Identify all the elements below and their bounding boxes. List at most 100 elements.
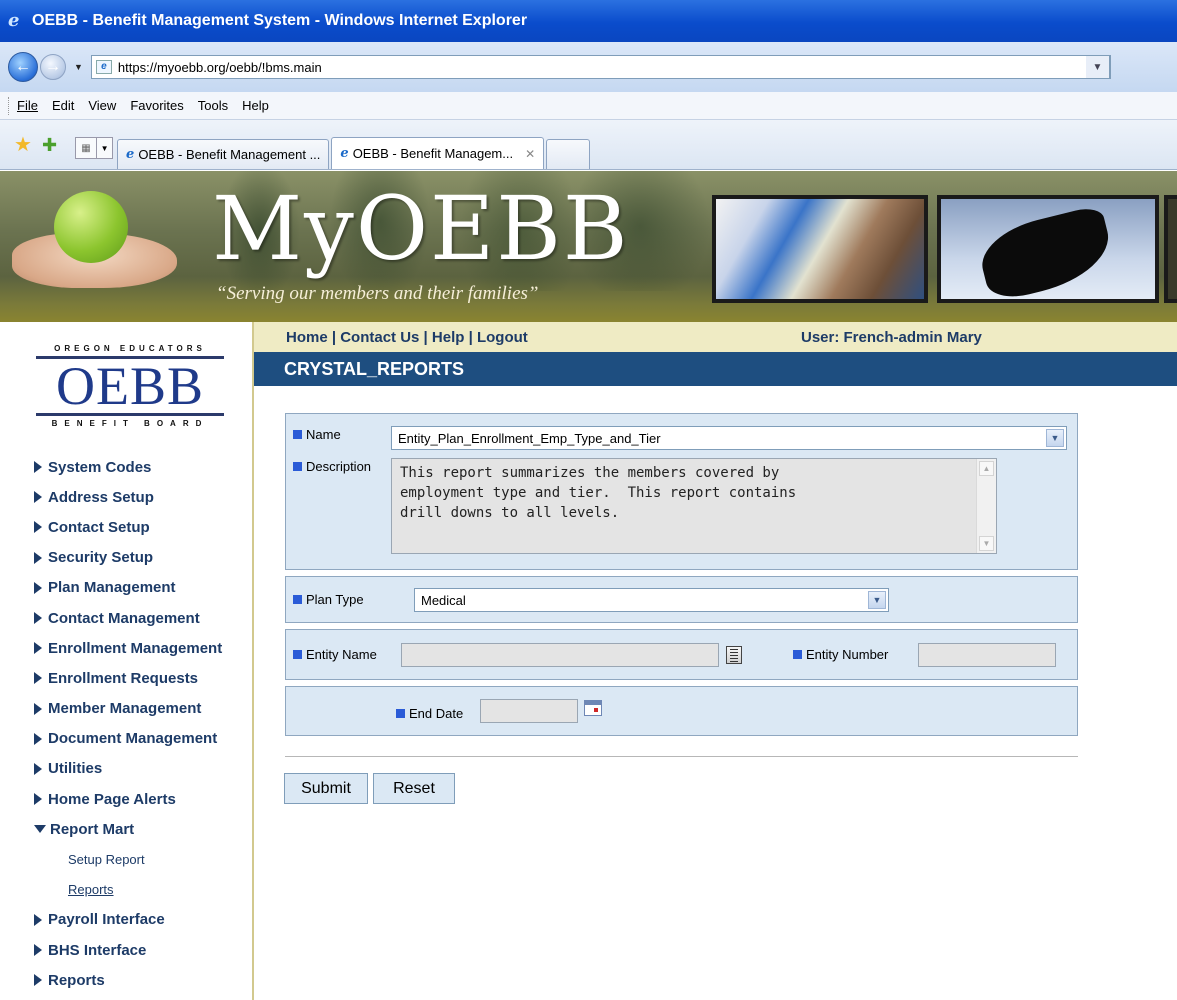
sidebar-item-address-setup[interactable]: Address Setup <box>34 482 250 512</box>
sidebar-item-home-page-alerts[interactable]: Home Page Alerts <box>34 784 250 814</box>
collapse-arrow-icon <box>34 825 46 834</box>
logo-top-text: OREGON EDUCATORS <box>54 344 206 353</box>
menu-edit[interactable]: Edit <box>52 98 74 113</box>
forward-button[interactable]: → <box>40 54 66 80</box>
sidebar-item-plan-management[interactable]: Plan Management <box>34 573 250 603</box>
ie-icon: e <box>8 10 20 31</box>
lookup-list-icon[interactable] <box>726 646 742 664</box>
favorites-star-icon[interactable]: ★ <box>14 135 32 155</box>
plan-type-select[interactable]: Medical ▼ <box>414 588 889 612</box>
plan-type-value: Medical <box>421 592 466 608</box>
menu-file[interactable]: File <box>17 98 38 113</box>
sidebar-subitem-reports[interactable]: Reports <box>34 875 250 905</box>
sidebar-subitem-setup-report[interactable]: Setup Report <box>34 844 250 874</box>
site-banner: MyOEBB “Serving our members and their fa… <box>0 171 1177 322</box>
entity-number-input[interactable] <box>918 643 1056 667</box>
sidebar-item-system-codes[interactable]: System Codes <box>34 452 250 482</box>
top-nav-links[interactable]: Home | Contact Us | Help | Logout <box>286 329 528 346</box>
end-date-input[interactable] <box>480 699 578 723</box>
tab-bar: ★ ✚ ▦ ▼ e OEBB - Benefit Management ... … <box>0 120 1177 170</box>
window-title: OEBB - Benefit Management System - Windo… <box>32 12 528 29</box>
sidebar-item-utilities[interactable]: Utilities <box>34 754 250 784</box>
ie-tab-icon: e <box>126 147 135 162</box>
reset-button[interactable]: Reset <box>373 773 455 804</box>
expand-arrow-icon <box>34 944 42 957</box>
apple-in-hand-image <box>12 187 177 297</box>
sidebar-item-security-setup[interactable]: Security Setup <box>34 543 250 573</box>
quick-tabs-icon[interactable]: ▦ <box>75 137 98 159</box>
expand-arrow-icon <box>34 732 42 745</box>
current-user: User: French-admin Mary <box>801 328 982 346</box>
sidebar-item-reports[interactable]: Reports <box>34 965 250 995</box>
expand-arrow-icon <box>34 793 42 806</box>
banner-photo-partial <box>1164 195 1177 303</box>
banner-tagline: “Serving our members and their families” <box>216 283 539 304</box>
oebb-logo: OREGON EDUCATORS OEBB BENEFIT BOARD <box>36 344 224 430</box>
required-marker-icon <box>396 709 405 718</box>
myoebb-logo: MyOEBB <box>212 177 630 280</box>
top-nav-bar: Home | Contact Us | Help | Logout User: … <box>254 322 1177 352</box>
description-textarea[interactable]: This report summarizes the members cover… <box>391 458 997 554</box>
url-dropdown-icon[interactable]: ▼ <box>1085 55 1110 79</box>
sidebar-item-enrollment-management[interactable]: Enrollment Management <box>34 633 250 663</box>
entity-panel: Entity Name Entity Number <box>285 629 1078 680</box>
menu-bar: File Edit View Favorites Tools Help <box>0 92 1177 120</box>
tab-benefit-management-2[interactable]: e OEBB - Benefit Managem... ✕ <box>331 137 545 169</box>
menu-favorites[interactable]: Favorites <box>130 98 183 113</box>
plan-type-panel: Plan Type Medical ▼ <box>285 576 1078 623</box>
expand-arrow-icon <box>34 461 42 474</box>
logo-bottom-text: BENEFIT BOARD <box>51 419 209 428</box>
report-name-value: Entity_Plan_Enrollment_Emp_Type_and_Tier <box>398 430 661 446</box>
submit-button[interactable]: Submit <box>284 773 368 804</box>
report-name-select[interactable]: Entity_Plan_Enrollment_Emp_Type_and_Tier… <box>391 426 1067 450</box>
child-swinging-photo <box>937 195 1159 304</box>
sidebar-item-payroll-interface[interactable]: Payroll Interface <box>34 905 250 935</box>
expand-arrow-icon <box>34 581 42 594</box>
chevron-down-icon: ▼ <box>868 591 886 609</box>
address-bar: ← → ▼ e https://myoebb.org/oebb/!bms.mai… <box>0 42 1177 92</box>
form-divider <box>285 756 1078 757</box>
tab-benefit-management-1[interactable]: e OEBB - Benefit Management ... <box>117 139 330 169</box>
entity-name-input[interactable] <box>401 643 719 667</box>
sidebar-item-member-management[interactable]: Member Management <box>34 694 250 724</box>
tab-list-dropdown-icon[interactable]: ▼ <box>97 137 114 159</box>
menu-help[interactable]: Help <box>242 98 269 113</box>
expand-arrow-icon <box>34 913 42 926</box>
scroll-up-icon[interactable]: ▲ <box>979 461 994 476</box>
expand-arrow-icon <box>34 521 42 534</box>
expand-arrow-icon <box>34 974 42 987</box>
sidebar-item-document-management[interactable]: Document Management <box>34 724 250 754</box>
description-scrollbar[interactable]: ▲ ▼ <box>976 459 996 553</box>
tab-label: OEBB - Benefit Management ... <box>138 147 321 162</box>
url-input[interactable]: e https://myoebb.org/oebb/!bms.main ▼ <box>90 55 1111 79</box>
expand-arrow-icon <box>34 672 42 685</box>
new-tab-button[interactable] <box>546 139 591 169</box>
close-icon[interactable]: ✕ <box>525 147 535 161</box>
sidebar-item-contact-management[interactable]: Contact Management <box>34 603 250 633</box>
required-marker-icon <box>293 595 302 604</box>
toolbar-grip <box>8 96 11 115</box>
scroll-down-icon[interactable]: ▼ <box>979 536 994 551</box>
required-marker-icon <box>293 462 302 471</box>
menu-view[interactable]: View <box>88 98 116 113</box>
sidebar-item-report-mart[interactable]: Report Mart <box>34 814 250 844</box>
back-button[interactable]: ← <box>8 52 38 82</box>
required-marker-icon <box>293 650 302 659</box>
child-painting-photo <box>712 195 928 303</box>
plan-type-label: Plan Type <box>293 592 364 607</box>
add-favorite-icon[interactable]: ✚ <box>42 135 57 155</box>
expand-arrow-icon <box>34 642 42 655</box>
window-titlebar: e OEBB - Benefit Management System - Win… <box>0 0 1177 42</box>
menu-tools[interactable]: Tools <box>198 98 228 113</box>
url-text: https://myoebb.org/oebb/!bms.main <box>117 59 322 75</box>
history-dropdown-icon[interactable]: ▼ <box>74 62 83 72</box>
chevron-down-icon: ▼ <box>1046 429 1064 447</box>
entity-number-label: Entity Number <box>793 647 888 662</box>
sidebar-item-bhs-interface[interactable]: BHS Interface <box>34 935 250 965</box>
page-title: CRYSTAL_REPORTS <box>254 352 1177 386</box>
sidebar-item-contact-setup[interactable]: Contact Setup <box>34 512 250 542</box>
sidebar-item-enrollment-requests[interactable]: Enrollment Requests <box>34 663 250 693</box>
calendar-icon[interactable] <box>584 700 602 716</box>
description-text: This report summarizes the members cover… <box>400 465 797 521</box>
page-icon: e <box>95 60 112 74</box>
